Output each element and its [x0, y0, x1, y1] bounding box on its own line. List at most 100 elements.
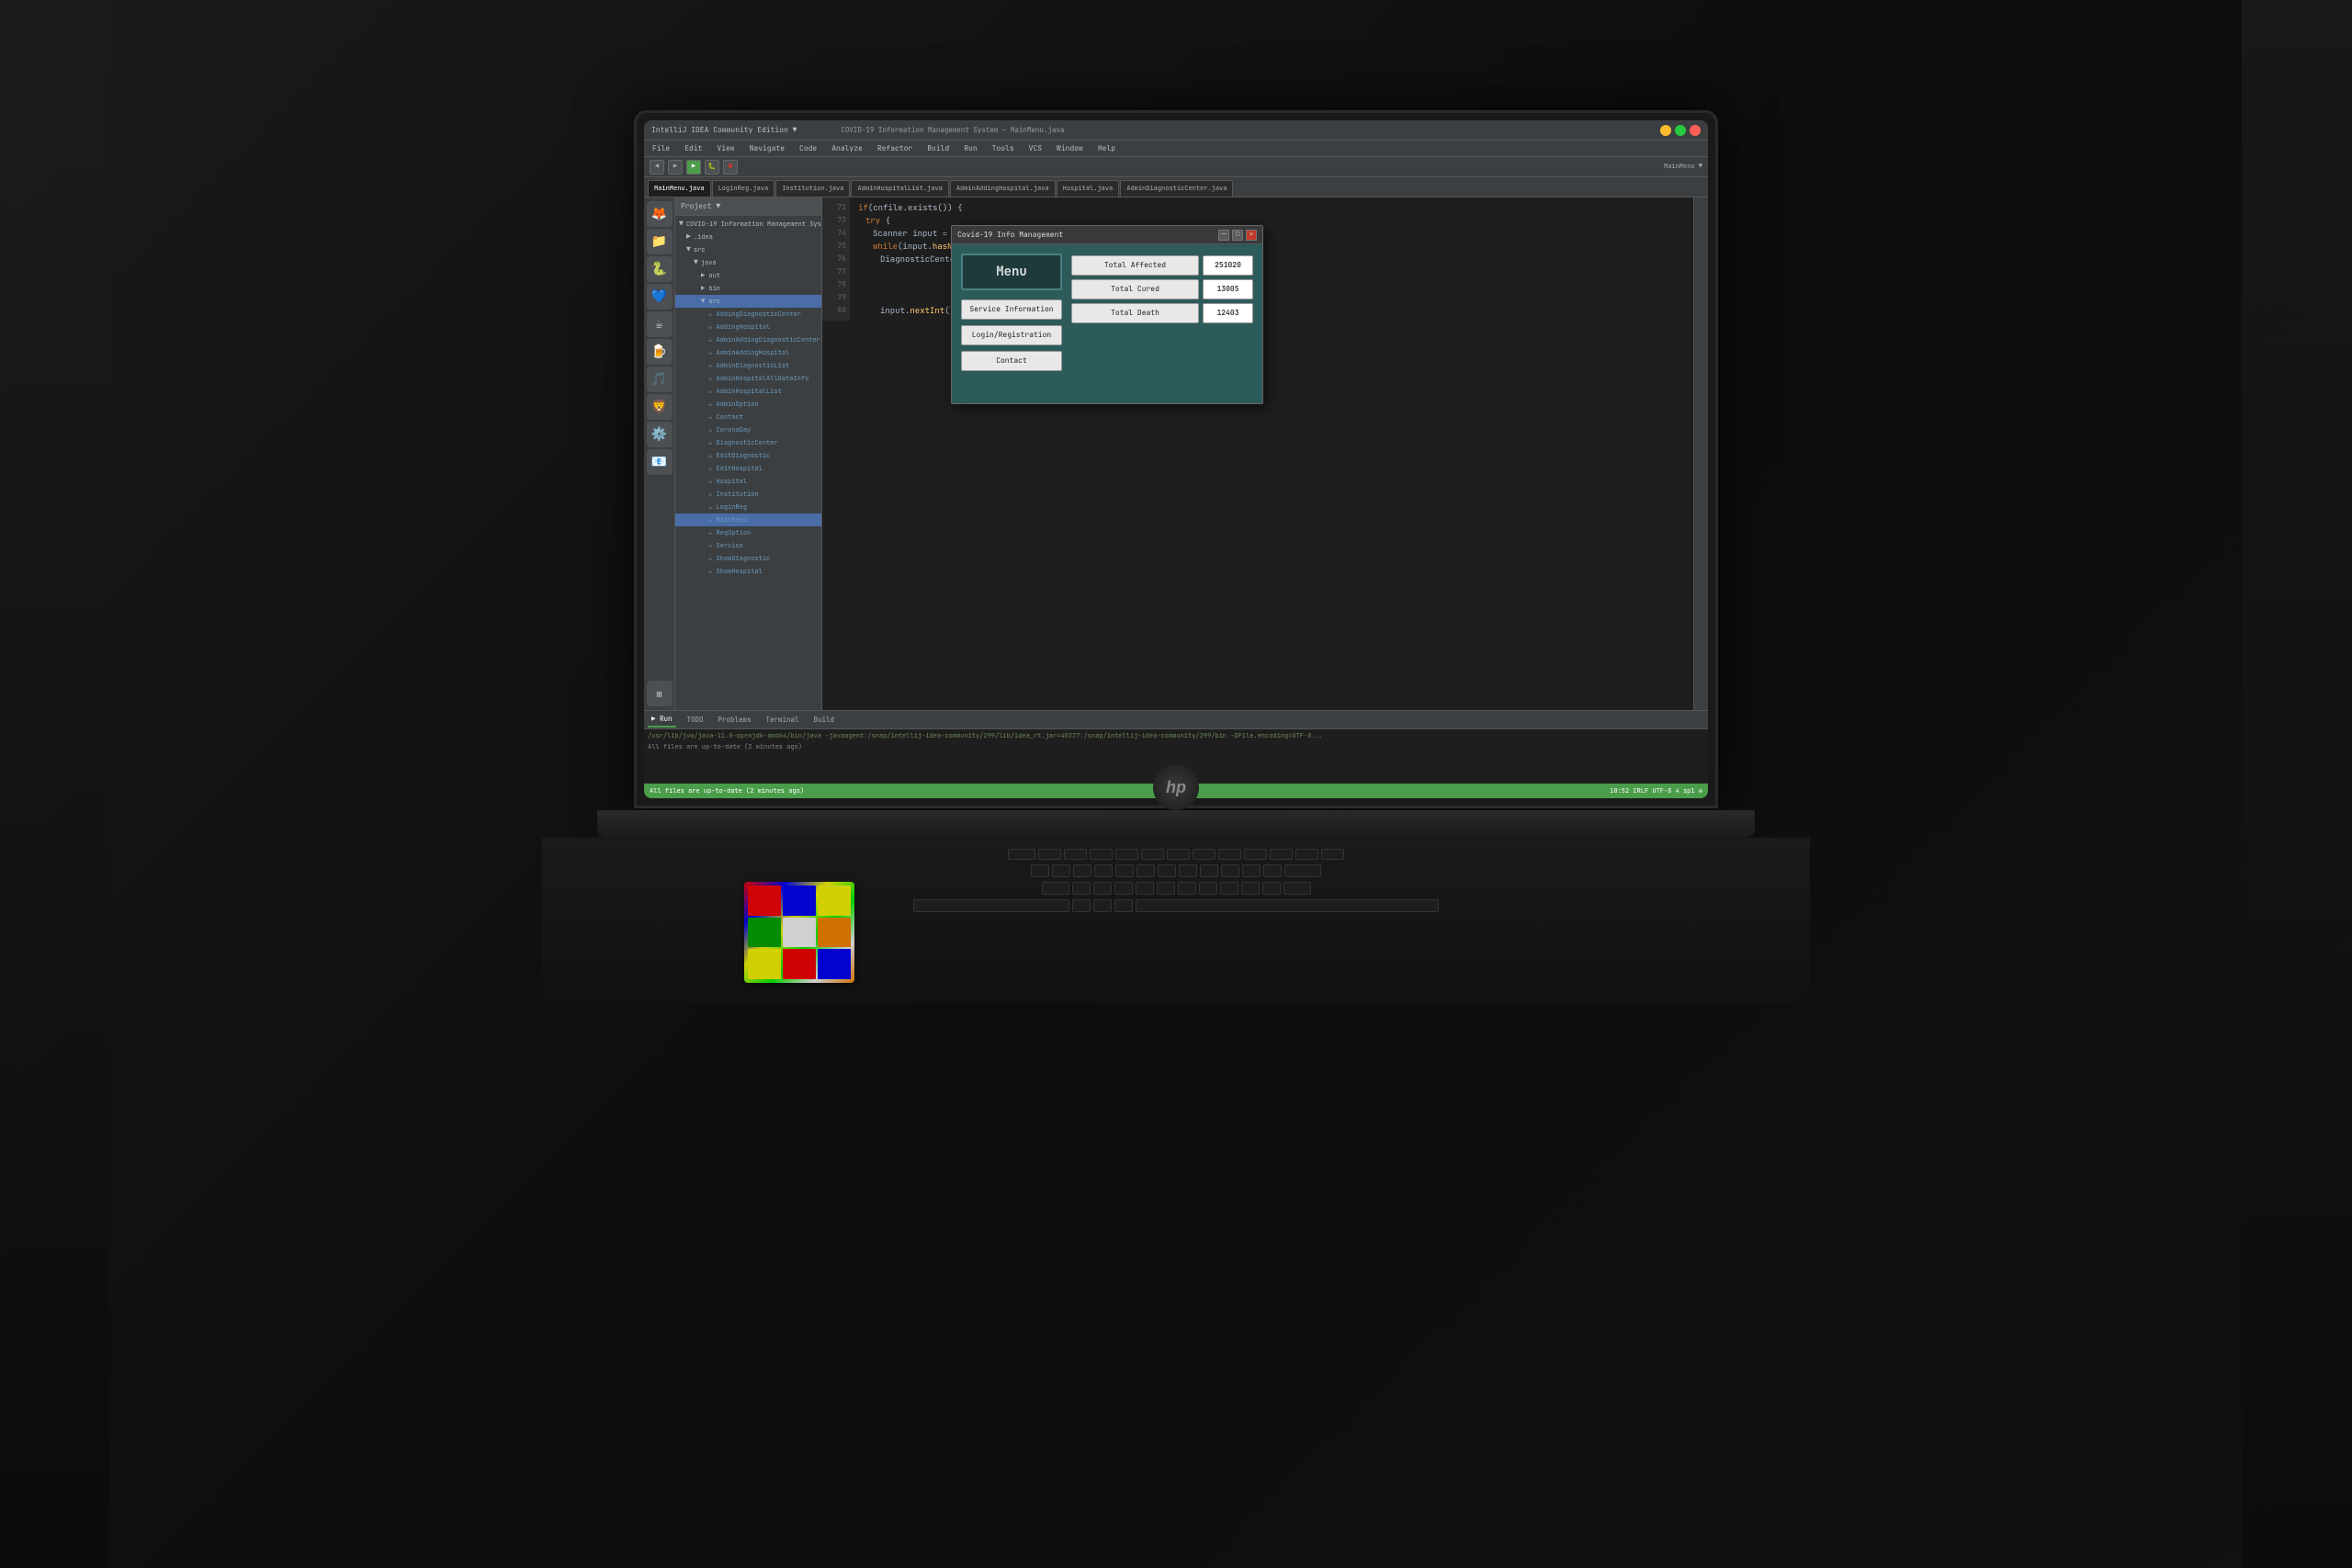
- menu-build[interactable]: Build: [924, 144, 952, 153]
- brave-icon[interactable]: 🦁: [647, 394, 673, 420]
- popup-title: Covid-19 Info Management: [957, 231, 1063, 240]
- tab-adminhospitallist[interactable]: AdminHospitalList.java: [851, 180, 948, 197]
- tree-java[interactable]: ▼ java: [675, 256, 821, 269]
- window-title: COVID-19 Information Management System –…: [841, 126, 1064, 135]
- status-left: All files are up-to-date (2 minutes ago): [650, 787, 804, 795]
- code-editor: 72 73 74 75 76 77 78 79 80: [822, 197, 1693, 710]
- menu-window[interactable]: Window: [1054, 144, 1086, 153]
- tree-regoption[interactable]: ☕ RegOption: [675, 526, 821, 539]
- menu-help[interactable]: Help: [1095, 144, 1118, 153]
- tree-loginreg[interactable]: ☕ LoginReg: [675, 501, 821, 513]
- tree-diagcenter[interactable]: ☕ DiagnosticCenter: [675, 436, 821, 449]
- tree-editdiag-label: ☕ EditDiagnostic: [708, 452, 770, 460]
- tree-adminaddinghospital[interactable]: ☕ AdminAddingHospital: [675, 346, 821, 359]
- menu-navigate[interactable]: Navigate: [747, 144, 787, 153]
- java-icon[interactable]: ☕: [647, 311, 673, 337]
- menu-file[interactable]: File: [650, 144, 673, 153]
- tab-mainmenu[interactable]: MainMenu.java: [648, 180, 711, 197]
- tree-showdiag[interactable]: ☕ ShowDiagnostic: [675, 552, 821, 565]
- tree-addingdiag[interactable]: ☕ AddingDiagnosticCenter: [675, 308, 821, 321]
- tree-src-label: src: [694, 246, 706, 254]
- run-tab-problems[interactable]: Problems: [715, 714, 755, 727]
- tree-admindiaglist[interactable]: ☕ AdminDiagnosticList: [675, 359, 821, 372]
- popup-close-btn[interactable]: ✕: [1246, 230, 1257, 241]
- maximize-button[interactable]: [1675, 125, 1686, 136]
- popup-controls[interactable]: ─ □ ✕: [1218, 230, 1257, 241]
- menu-panel: Menu Service Information Login/Registrat…: [961, 254, 1062, 394]
- menu-view[interactable]: View: [714, 144, 737, 153]
- spotify-icon[interactable]: 🎵: [647, 367, 673, 392]
- tree-adminoption-label: ☕ AdminOption: [708, 400, 759, 409]
- run-tab-todo[interactable]: TODO: [684, 714, 707, 727]
- tree-adminaddinghospital-label: ☕ AdminAddingHospital: [708, 349, 789, 357]
- tree-contact[interactable]: ☕ Contact: [675, 411, 821, 423]
- service-information-button[interactable]: Service Information: [961, 299, 1062, 320]
- tree-src2[interactable]: ▼ src: [675, 295, 821, 308]
- minimize-button[interactable]: [1660, 125, 1671, 136]
- tree-adminaddingdiag[interactable]: ☕ AdminAddingDiagnosticCenter: [675, 333, 821, 346]
- toolbar-run-btn[interactable]: ▶: [686, 160, 701, 175]
- run-tab-run[interactable]: ▶ Run: [648, 713, 676, 728]
- login-registration-button[interactable]: Login/Registration: [961, 325, 1062, 345]
- tree-idea[interactable]: ▶ .idea: [675, 231, 821, 243]
- tree-hospital[interactable]: ☕ Hospital: [675, 475, 821, 488]
- tree-editdiag[interactable]: ☕ EditDiagnostic: [675, 449, 821, 462]
- run-output: /usr/lib/jvm/java-11.0-openjdk-amd64/bin…: [644, 729, 1708, 755]
- popup-minimize-btn[interactable]: ─: [1218, 230, 1229, 241]
- menu-run[interactable]: Run: [961, 144, 979, 153]
- tab-hospital[interactable]: Hospital.java: [1057, 180, 1120, 197]
- python-icon[interactable]: 🐍: [647, 256, 673, 282]
- popup-maximize-btn[interactable]: □: [1232, 230, 1243, 241]
- toolbar: ◀ ▶ ▶ 🐛 ■ MainMenu ▼: [644, 157, 1708, 177]
- files-icon[interactable]: 📁: [647, 229, 673, 254]
- tree-adminhospalldata[interactable]: ☕ AdminHospitalAllDataInfo: [675, 372, 821, 385]
- menu-refactor[interactable]: Refactor: [875, 144, 915, 153]
- tree-addinghospital[interactable]: ☕ AddingHospital: [675, 321, 821, 333]
- tree-mainmenu[interactable]: ☕ MainMenu: [675, 513, 821, 526]
- toolbar-stop-btn[interactable]: ■: [723, 160, 738, 175]
- settings-icon[interactable]: ⚙️: [647, 422, 673, 447]
- tree-service[interactable]: ☕ Service: [675, 539, 821, 552]
- tree-adminoption[interactable]: ☕ AdminOption: [675, 398, 821, 411]
- laptop-keyboard: [542, 838, 1810, 1003]
- toolbar-fwd-btn[interactable]: ▶: [668, 160, 683, 175]
- tree-bin[interactable]: ▶ bin: [675, 282, 821, 295]
- toolbar-debug-btn[interactable]: 🐛: [705, 160, 719, 175]
- menu-edit[interactable]: Edit: [682, 144, 705, 153]
- brew-icon[interactable]: 🍺: [647, 339, 673, 365]
- run-output-line2: All files are up-to-date (2 minutes ago): [648, 742, 1704, 753]
- laptop-container: IntelliJ IDEA Community Edition ▼ COVID-…: [533, 110, 1819, 1029]
- right-sidebar: [1693, 197, 1708, 710]
- tree-addinghospital-label: ☕ AddingHospital: [708, 323, 770, 332]
- email-icon[interactable]: 📧: [647, 449, 673, 475]
- run-tab-terminal[interactable]: Terminal: [763, 714, 803, 727]
- tab-institution[interactable]: Institution.java: [775, 180, 850, 197]
- popup-content: Menu Service Information Login/Registrat…: [952, 244, 1262, 403]
- tree-edithospital[interactable]: ☕ EditHospital: [675, 462, 821, 475]
- tab-loginreg[interactable]: LoginReg.java: [712, 180, 775, 197]
- tree-loginreg-label: ☕ LoginReg: [708, 503, 747, 512]
- menu-tools[interactable]: Tools: [989, 144, 1017, 153]
- menu-code[interactable]: Code: [797, 144, 820, 153]
- tree-showhospital[interactable]: ☕ ShowHospital: [675, 565, 821, 578]
- run-tab-build[interactable]: Build: [810, 714, 839, 727]
- menu-analyze[interactable]: Analyze: [829, 144, 865, 153]
- tab-admindiagnostic[interactable]: AdminDiagnosticCenter.java: [1120, 180, 1233, 197]
- contact-button[interactable]: Contact: [961, 351, 1062, 371]
- tree-coronaday[interactable]: ☕ CoronaDay: [675, 423, 821, 436]
- menu-vcs[interactable]: VCS: [1026, 144, 1045, 153]
- total-affected-label: Total Affected: [1071, 255, 1199, 276]
- close-button[interactable]: [1690, 125, 1701, 136]
- tree-institution[interactable]: ☕ Institution: [675, 488, 821, 501]
- firefox-icon[interactable]: 🦊: [647, 201, 673, 227]
- vscode-icon[interactable]: 💙: [647, 284, 673, 310]
- grid-icon[interactable]: ⊞: [647, 681, 673, 706]
- tree-root[interactable]: ▼ COVID-19 Information Management System: [675, 218, 821, 231]
- tab-adminaddinghospital[interactable]: AdminAddingHospital.java: [950, 180, 1056, 197]
- os-bar-title: IntelliJ IDEA Community Edition ▼: [651, 126, 797, 135]
- tree-out[interactable]: ▶ out: [675, 269, 821, 282]
- tree-adminhosplist[interactable]: ☕ AdminHospitalList: [675, 385, 821, 398]
- window-controls[interactable]: [1660, 125, 1701, 136]
- toolbar-back-btn[interactable]: ◀: [650, 160, 664, 175]
- tree-src[interactable]: ▼ src: [675, 243, 821, 256]
